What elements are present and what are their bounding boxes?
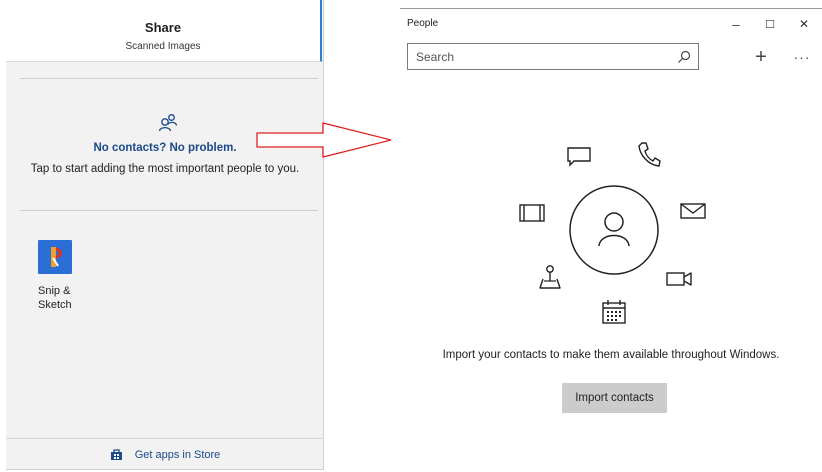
search-icon[interactable] <box>677 50 691 64</box>
minimize-button[interactable]: – <box>724 14 748 34</box>
people-icon <box>158 114 178 132</box>
add-contact-button[interactable]: + <box>748 44 774 70</box>
import-contacts-button[interactable]: Import contacts <box>562 383 667 413</box>
divider <box>20 78 318 79</box>
import-description: Import your contacts to make them availa… <box>442 349 780 361</box>
search-box <box>407 43 699 70</box>
share-subtitle: Scanned Images <box>125 41 201 52</box>
store-link-label: Get apps in Store <box>134 448 221 461</box>
arrow-right-icon <box>256 122 392 158</box>
app-tile-snip-sketch[interactable]: Snip & Sketch <box>38 240 98 320</box>
chat-icon <box>567 147 591 167</box>
calendar-icon <box>602 300 626 324</box>
divider <box>20 210 318 211</box>
snip-sketch-icon <box>38 240 72 274</box>
video-icon <box>666 272 692 286</box>
close-button[interactable]: ✕ <box>792 14 816 34</box>
share-header: Share Scanned Images <box>6 0 322 62</box>
window-title: People <box>407 18 439 29</box>
store-bag-icon <box>110 449 122 460</box>
app-label: Snip & Sketch <box>38 285 72 311</box>
get-apps-in-store-link[interactable]: Get apps in Store <box>6 438 324 470</box>
more-options-button[interactable]: ··· <box>789 44 815 70</box>
share-title: Share <box>144 20 182 35</box>
people-window: People – ☐ ✕ + ··· <box>400 8 822 472</box>
search-input[interactable] <box>408 44 668 69</box>
share-pane: Share Scanned Images No contacts? No pro… <box>6 0 324 470</box>
phone-icon <box>638 142 661 167</box>
mail-icon <box>680 203 706 219</box>
contact-icon <box>569 185 659 275</box>
screenshot-stage: Share Scanned Images No contacts? No pro… <box>0 0 822 472</box>
map-pin-icon <box>539 265 561 289</box>
maximize-button[interactable]: ☐ <box>758 14 782 34</box>
tap-to-add-text: Tap to start adding the most important p… <box>30 163 300 175</box>
film-icon <box>519 204 545 222</box>
